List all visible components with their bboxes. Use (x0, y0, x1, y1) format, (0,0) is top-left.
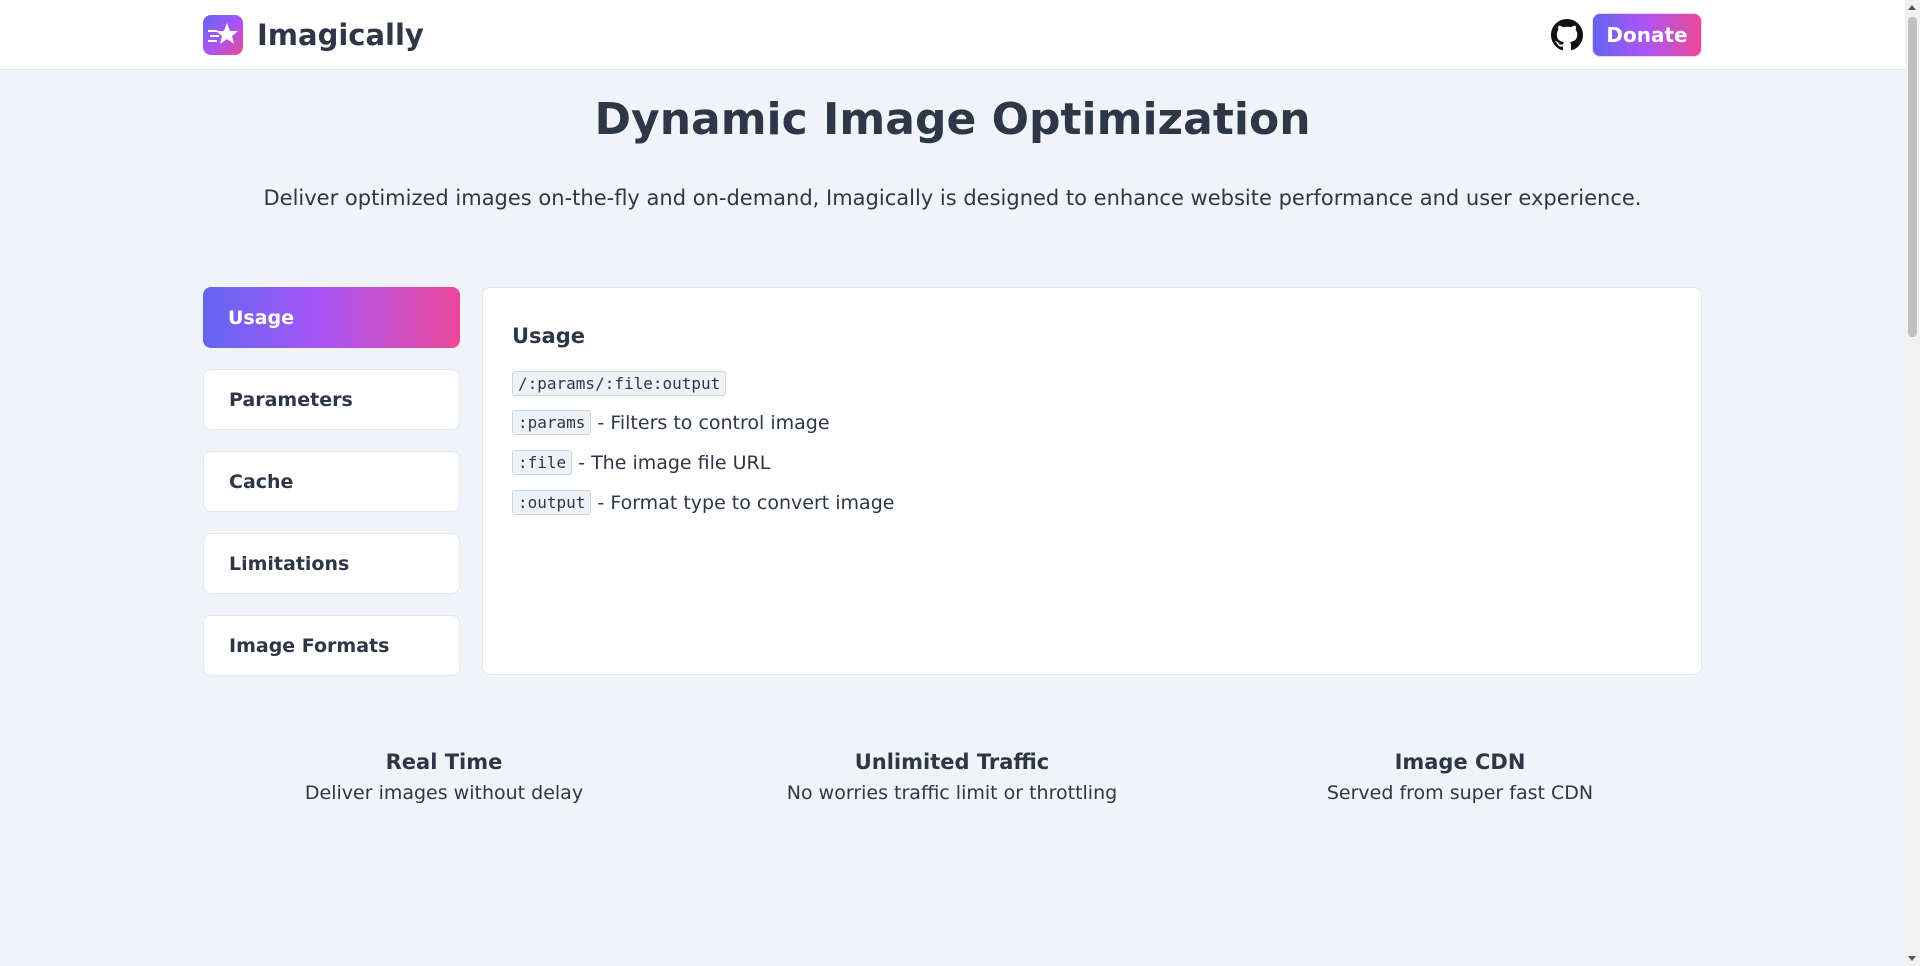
panel-title: Usage (512, 324, 585, 348)
feature-title: Real Time (385, 750, 503, 774)
output-code: :output (512, 490, 592, 515)
param-code: :params (512, 410, 592, 435)
sidebar-item-cache[interactable]: Cache (203, 451, 460, 512)
sidebar-item-image-formats[interactable]: Image Formats (203, 615, 460, 676)
feature-unlimited-traffic: Unlimited Traffic No worries traffic lim… (722, 750, 1182, 804)
page-title: Dynamic Image Optimization (594, 94, 1311, 145)
file-line: :file - The image file URL (512, 450, 770, 475)
feature-desc: Served from super fast CDN (1326, 782, 1594, 804)
output-line: :output - Format type to convert image (512, 490, 894, 515)
feature-desc: No worries traffic limit or throttling (786, 782, 1118, 804)
sidebar-item-usage[interactable]: Usage (203, 287, 460, 348)
feature-title: Unlimited Traffic (854, 750, 1050, 774)
feature-desc: Deliver images without delay (304, 782, 584, 804)
file-desc: - The image file URL (578, 451, 771, 474)
donate-button[interactable]: Donate (1592, 13, 1702, 57)
feature-real-time: Real Time Deliver images without delay (214, 750, 674, 804)
scroll-down-icon[interactable] (1908, 956, 1916, 961)
scroll-up-icon[interactable] (1908, 5, 1916, 10)
scrollbar-thumb[interactable] (1908, 17, 1917, 337)
sidebar-item-parameters[interactable]: Parameters (203, 369, 460, 430)
output-desc: - Format type to convert image (597, 491, 895, 514)
page-subtitle: Deliver optimized images on-the-fly and … (263, 186, 1642, 210)
param-desc: - Filters to control image (597, 411, 830, 434)
star-icon (203, 15, 243, 55)
top-nav: Imagically Donate (0, 0, 1905, 70)
vertical-scrollbar[interactable] (1905, 0, 1920, 966)
feature-title: Image CDN (1394, 750, 1526, 774)
param-line: :params - Filters to control image (512, 410, 830, 435)
usage-pattern: /:params/:file:output (512, 371, 727, 396)
file-code: :file (512, 450, 573, 475)
sidebar-item-limitations[interactable]: Limitations (203, 533, 460, 594)
pattern-code: /:params/:file:output (512, 371, 727, 396)
brand-name: Imagically (257, 18, 424, 52)
feature-image-cdn: Image CDN Served from super fast CDN (1230, 750, 1690, 804)
github-icon[interactable] (1551, 19, 1583, 51)
brand-link[interactable]: Imagically (203, 15, 424, 55)
content-panel: Usage /:params/:file:output :params - Fi… (482, 287, 1702, 675)
